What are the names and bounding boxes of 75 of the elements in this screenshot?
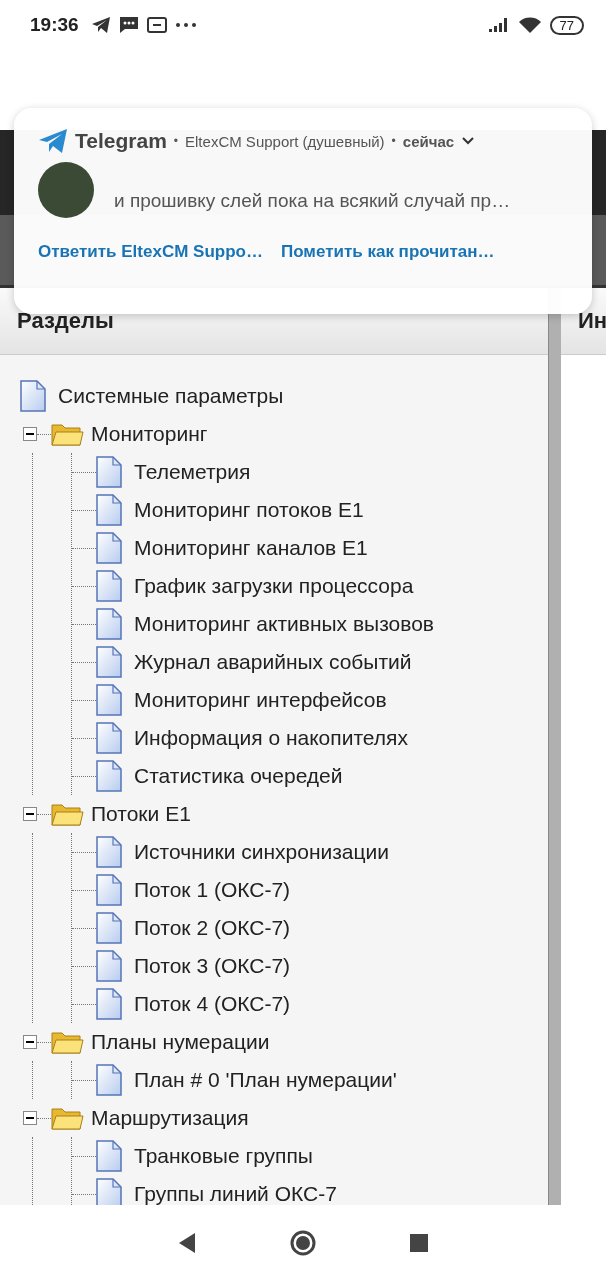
tree-item[interactable]: Мониторинг каналов E1 [134, 536, 368, 560]
avatar [38, 162, 94, 218]
tree-item[interactable]: План # 0 'План нумерации' [134, 1068, 397, 1092]
action-button[interactable]: Ответить EltexCM Suppo… [38, 242, 263, 262]
tree-folder[interactable]: Планы нумерации [91, 1030, 270, 1054]
document-icon [96, 950, 122, 982]
minus-icon [26, 430, 34, 438]
tree-item[interactable]: Телеметрия [134, 460, 251, 484]
folder-icon [51, 1029, 84, 1055]
telegram-icon [38, 128, 68, 154]
document-icon [96, 1140, 122, 1172]
tree-item[interactable]: Поток 2 (ОКС-7) [134, 916, 291, 940]
tree-item[interactable]: Поток 3 (ОКС-7) [134, 954, 291, 978]
battery-indicator: 77 [549, 15, 584, 35]
tree-item[interactable]: Поток 1 (ОКС-7) [134, 878, 291, 902]
notification-card[interactable]: Telegram • EltexCM Support (душевный) • сейчас и прошивку слей пока на всякий случай пр… Ответить EltexCM Suppo… Пометить как прочитан… [14, 108, 592, 314]
tree-item[interactable]: Мониторинг активных вызовов [134, 612, 434, 636]
recents-icon[interactable] [409, 1232, 429, 1253]
action-button[interactable]: Пометить как прочитан… [280, 242, 495, 262]
tree-item[interactable]: График загрузки процессора [134, 574, 414, 598]
tree-item[interactable]: Поток 4 (ОКС-7) [134, 992, 291, 1016]
document-icon [96, 608, 122, 640]
more-icon [174, 22, 197, 28]
tree-item[interactable]: Информация о накопителях [134, 726, 408, 750]
document-icon [20, 380, 46, 412]
document-icon [96, 1064, 122, 1096]
collapse-toggle[interactable] [23, 1035, 37, 1049]
signal-icon [487, 16, 510, 34]
document-icon [96, 684, 122, 716]
document-icon [96, 456, 122, 488]
document-icon [96, 570, 122, 602]
document-icon [96, 874, 122, 906]
tree-item[interactable]: Источники синхронизации [134, 840, 390, 864]
document-icon [96, 1178, 122, 1205]
notification-time: сейчас [402, 132, 455, 150]
tree-item[interactable]: Транковые группы [134, 1144, 313, 1168]
app-name: Telegram [75, 129, 167, 153]
tree-item[interactable]: Системные параметры [58, 384, 284, 408]
voicemail-icon [146, 16, 167, 34]
document-icon [96, 912, 122, 944]
document-icon [96, 646, 122, 678]
message-icon [118, 16, 139, 34]
document-icon [96, 836, 122, 868]
wifi-icon [517, 16, 542, 34]
back-icon[interactable] [177, 1231, 197, 1254]
telegram-icon [90, 16, 111, 34]
document-icon [96, 722, 122, 754]
home-icon[interactable] [289, 1228, 317, 1257]
minus-icon [26, 810, 34, 818]
document-icon [96, 988, 122, 1020]
folder-icon [51, 801, 84, 827]
tree-item[interactable]: Группы линий ОКС-7 [134, 1182, 337, 1205]
tree-item[interactable]: Мониторинг потоков E1 [134, 498, 364, 522]
chevron-down-icon[interactable] [461, 136, 476, 146]
tree-item[interactable]: Журнал аварийных событий [134, 650, 412, 674]
tree-folder[interactable]: Маршрутизация [91, 1106, 249, 1130]
tree-item[interactable]: Статистика очередей [134, 764, 343, 788]
collapse-toggle[interactable] [23, 427, 37, 441]
separator-dot: • [173, 134, 179, 148]
minus-icon [26, 1114, 34, 1122]
tree-folder[interactable]: Потоки E1 [91, 802, 191, 826]
tree-folder[interactable]: Мониторинг [91, 422, 208, 446]
sender-name: EltexCM Support (душевный) [185, 132, 385, 150]
collapse-toggle[interactable] [23, 1111, 37, 1125]
folder-icon [51, 1105, 84, 1131]
document-icon [96, 760, 122, 792]
collapse-toggle[interactable] [23, 807, 37, 821]
document-icon [96, 494, 122, 526]
folder-icon [51, 421, 84, 447]
separator-dot: • [391, 134, 396, 148]
minus-icon [26, 1038, 34, 1046]
tree-item[interactable]: Мониторинг интерфейсов [134, 688, 387, 712]
document-icon [96, 532, 122, 564]
notification-message: и прошивку слей пока на всякий случай пр… [114, 190, 511, 212]
clock: 19:36 [30, 14, 79, 36]
